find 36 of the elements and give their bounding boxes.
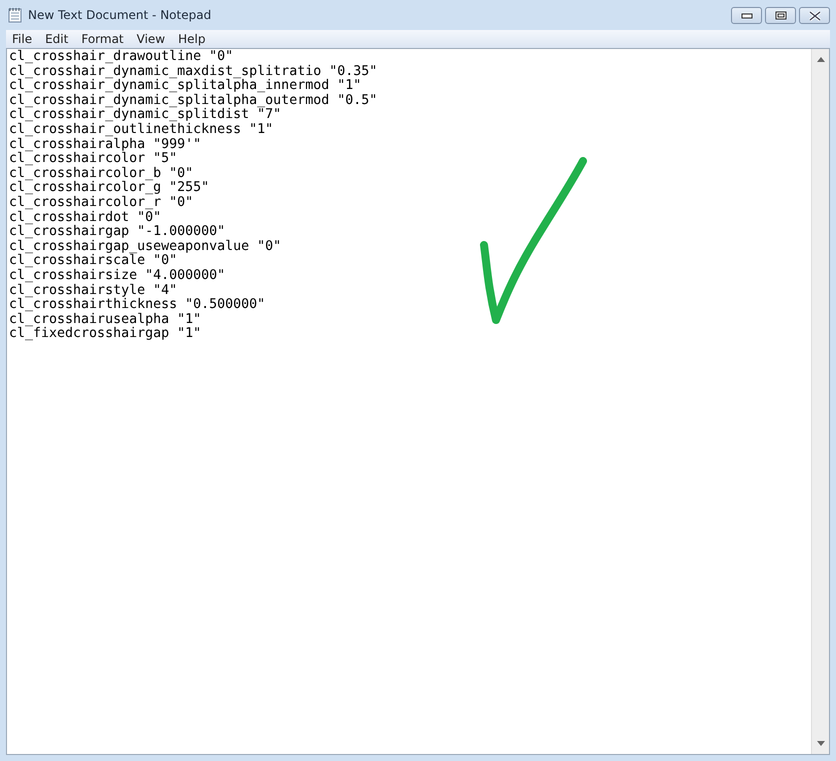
- text-line: cl_crosshair_dynamic_maxdist_splitratio "0.35": [9, 64, 378, 79]
- close-icon: [808, 10, 822, 20]
- text-line: cl_crosshairstyle "4": [9, 284, 178, 298]
- text-line: cl_crosshair_outlinethickness "1": [9, 122, 274, 138]
- close-button[interactable]: [799, 7, 830, 24]
- text-line: cl_crosshairalpha "999'": [9, 138, 202, 152]
- text-line: cl_crosshairsize "4.000000": [9, 268, 226, 284]
- menu-item[interactable]: Help: [172, 32, 212, 46]
- text-line: cl_crosshairthickness "0.500000": [9, 298, 266, 312]
- maximize-button[interactable]: [765, 7, 796, 24]
- scroll-up-icon[interactable]: [816, 57, 824, 62]
- text-line: cl_crosshairusealpha "1": [9, 312, 202, 327]
- text-line: cl_crosshair_dynamic_splitalpha_innermod "1": [9, 79, 362, 94]
- scroll-down-icon[interactable]: [816, 741, 824, 746]
- window-title: New Text Document - Notepad: [28, 8, 212, 22]
- text-line: cl_crosshaircolor "5": [9, 152, 178, 166]
- text-line: cl_crosshairdot "0": [9, 210, 162, 225]
- minimize-button[interactable]: [731, 7, 762, 24]
- menu-item[interactable]: View: [130, 32, 172, 46]
- menu-item[interactable]: File: [6, 32, 40, 46]
- text-line: cl_crosshairgap "-1.000000": [9, 225, 226, 240]
- scrollbar[interactable]: [811, 49, 829, 754]
- text-line: cl_crosshair_dynamic_splitdist "7": [9, 108, 282, 122]
- menu-item[interactable]: Format: [75, 32, 131, 46]
- menu-item[interactable]: Edit: [39, 32, 76, 46]
- text-line: cl_crosshairscale "0": [9, 254, 178, 268]
- text-line: cl_fixedcrosshairgap "1": [9, 327, 202, 342]
- text-line: cl_crosshaircolor_r "0": [9, 196, 194, 210]
- text-line: cl_crosshair_drawoutline "0": [9, 50, 234, 64]
- text-line: cl_crosshair_dynamic_splitalpha_outermod "0.5": [9, 94, 378, 108]
- maximize-icon: [774, 11, 786, 20]
- text-line: cl_crosshairgap_useweaponvalue "0": [9, 240, 282, 254]
- minimize-icon: [740, 12, 752, 18]
- text-line: cl_crosshaircolor_b "0": [9, 166, 194, 181]
- text-line: cl_crosshaircolor_g "255": [9, 181, 210, 196]
- notepad-icon: [8, 7, 22, 23]
